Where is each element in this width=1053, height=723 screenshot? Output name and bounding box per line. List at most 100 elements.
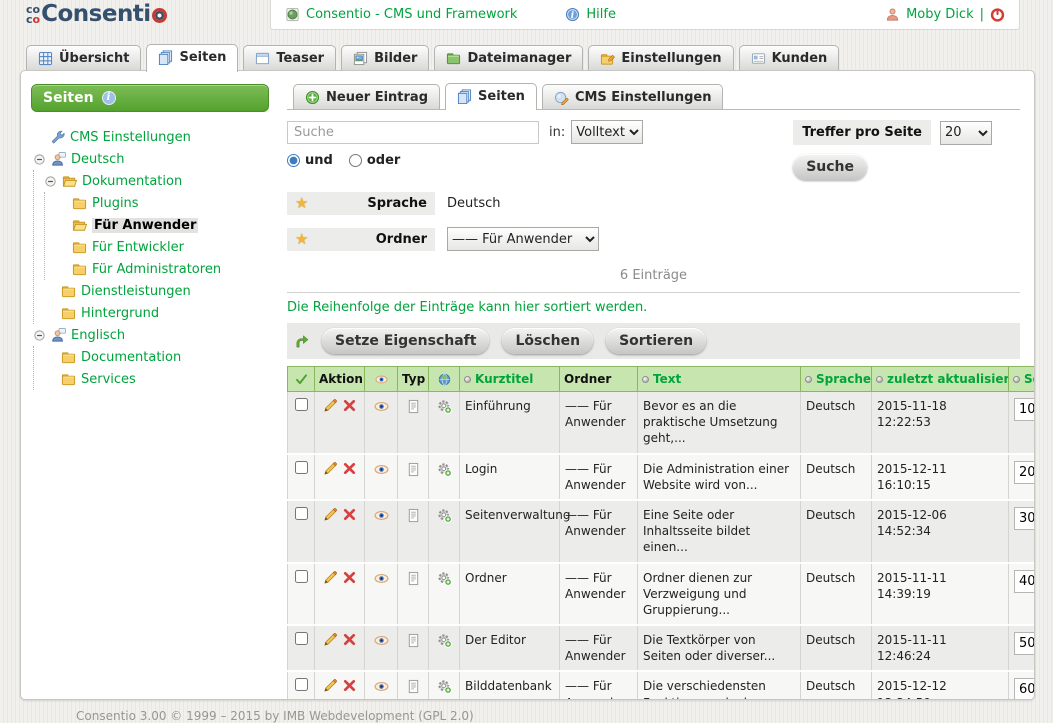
- row-kurztitel[interactable]: Der Editor: [460, 625, 560, 671]
- properties-gear-icon[interactable]: [437, 571, 452, 586]
- tab-einstellungen[interactable]: Einstellungen: [588, 45, 733, 70]
- properties-gear-icon[interactable]: [437, 462, 452, 477]
- header-sort[interactable]: Sort.: [1009, 367, 1035, 392]
- collapse-toggle-icon[interactable]: [33, 329, 46, 342]
- tab-dateimanager[interactable]: Dateimanager: [434, 45, 583, 70]
- tab-seiten[interactable]: Seiten: [146, 44, 238, 72]
- tree-item-fuer-entwickler[interactable]: Für Entwickler: [55, 236, 269, 258]
- sort-button[interactable]: Sortieren: [606, 328, 706, 354]
- tab-teaser[interactable]: Teaser: [243, 45, 336, 70]
- star-icon[interactable]: ★: [295, 233, 308, 246]
- collapse-toggle-icon[interactable]: [44, 175, 57, 188]
- tree-item-englisch[interactable]: Englisch: [33, 324, 269, 346]
- und-radio[interactable]: [287, 154, 300, 167]
- subtab-label: Seiten: [478, 89, 525, 104]
- tab-bilder[interactable]: Bilder: [341, 45, 429, 70]
- row-checkbox[interactable]: [295, 570, 308, 583]
- properties-gear-icon[interactable]: [437, 508, 452, 523]
- edit-pencil-icon[interactable]: [323, 507, 338, 522]
- subtab-cms-einstellungen[interactable]: CMS Einstellungen: [542, 84, 724, 109]
- delete-x-icon[interactable]: [342, 678, 357, 693]
- header-aktualisiert[interactable]: zuletzt aktualisiert: [872, 367, 1009, 392]
- tree-item-documentation[interactable]: Documentation: [44, 346, 269, 368]
- tree-item-deutsch[interactable]: Deutsch: [33, 148, 269, 170]
- visibility-eye-icon[interactable]: [374, 399, 389, 414]
- sidebar-info-icon[interactable]: i: [102, 91, 116, 105]
- properties-gear-icon[interactable]: [437, 399, 452, 414]
- search-input[interactable]: [287, 121, 539, 144]
- row-kurztitel[interactable]: Einführung: [460, 392, 560, 454]
- tree-item-hintergrund[interactable]: Hintergrund: [44, 302, 269, 324]
- collapse-toggle-icon[interactable]: [33, 153, 46, 166]
- visibility-eye-icon[interactable]: [374, 633, 389, 648]
- tree-item-fuer-anwender[interactable]: Für Anwender: [55, 214, 269, 236]
- properties-gear-icon[interactable]: [437, 679, 452, 694]
- header-text[interactable]: Text: [638, 367, 801, 392]
- sort-order-input[interactable]: [1014, 461, 1034, 484]
- sort-order-input[interactable]: [1014, 398, 1034, 421]
- sort-order-input[interactable]: [1014, 507, 1034, 530]
- set-property-button[interactable]: Setze Eigenschaft: [322, 328, 489, 354]
- delete-x-icon[interactable]: [342, 570, 357, 585]
- row-kurztitel[interactable]: Login: [460, 454, 560, 500]
- delete-x-icon[interactable]: [342, 461, 357, 476]
- delete-x-icon[interactable]: [342, 632, 357, 647]
- radio-oder[interactable]: oder: [349, 153, 400, 168]
- subtab-neuer-eintrag[interactable]: Neuer Eintrag: [293, 84, 440, 109]
- row-checkbox[interactable]: [295, 507, 308, 520]
- tree-item-fuer-administratoren[interactable]: Für Administratoren: [55, 258, 269, 280]
- select-all-check-icon[interactable]: [295, 373, 308, 386]
- tree-item-services[interactable]: Services: [44, 368, 269, 390]
- edit-pencil-icon[interactable]: [323, 570, 338, 585]
- tree-item-dienstleistungen[interactable]: Dienstleistungen: [44, 280, 269, 302]
- delete-button[interactable]: Löschen: [502, 328, 593, 354]
- row-kurztitel[interactable]: Ordner: [460, 563, 560, 626]
- radio-und[interactable]: und: [287, 153, 333, 168]
- tree-item-dokumentation[interactable]: Dokumentation: [44, 170, 269, 192]
- sort-order-input[interactable]: [1014, 632, 1034, 655]
- tab-uebersicht[interactable]: Übersicht: [26, 45, 141, 70]
- table-row: Ordner —— Für Anwender Ordner dienen zur…: [288, 563, 1035, 626]
- visibility-eye-icon[interactable]: [374, 571, 389, 586]
- row-checkbox[interactable]: [295, 632, 308, 645]
- search-button[interactable]: Suche: [793, 154, 867, 180]
- tab-kunden[interactable]: Kunden: [739, 45, 840, 70]
- row-kurztitel[interactable]: Seitenverwaltung: [460, 500, 560, 563]
- main-content: Neuer Eintrag Seiten CMS Einstellungen i…: [273, 71, 1034, 699]
- properties-gear-icon[interactable]: [437, 633, 452, 648]
- header-kurztitel[interactable]: Kurztitel: [460, 367, 560, 392]
- sort-order-input[interactable]: [1014, 570, 1034, 593]
- ordner-select[interactable]: —— Für Anwender: [447, 227, 599, 251]
- consentio-logo[interactable]: coco Consenti: [26, 4, 167, 25]
- tab-label: Bilder: [374, 51, 417, 66]
- row-checkbox[interactable]: [295, 678, 308, 691]
- row-checkbox[interactable]: [295, 398, 308, 411]
- row-checkbox[interactable]: [295, 461, 308, 474]
- row-kurztitel[interactable]: Bilddatenbank: [460, 671, 560, 699]
- row-sprache: Deutsch: [801, 625, 872, 671]
- star-icon[interactable]: ★: [295, 197, 308, 210]
- help-link[interactable]: Hilfe: [565, 7, 616, 22]
- redo-arrow-icon[interactable]: [294, 334, 309, 349]
- folder-edit-icon: [600, 51, 615, 66]
- visibility-eye-icon[interactable]: [374, 679, 389, 694]
- header-sprache[interactable]: Sprache: [801, 367, 872, 392]
- delete-x-icon[interactable]: [342, 507, 357, 522]
- delete-x-icon[interactable]: [342, 398, 357, 413]
- tree-item-cms-einstellungen[interactable]: CMS Einstellungen: [33, 126, 269, 148]
- edit-pencil-icon[interactable]: [323, 461, 338, 476]
- edit-pencil-icon[interactable]: [323, 398, 338, 413]
- visibility-eye-icon[interactable]: [374, 462, 389, 477]
- subtab-seiten[interactable]: Seiten: [445, 83, 537, 110]
- search-in-select[interactable]: Volltext: [571, 120, 643, 144]
- edit-pencil-icon[interactable]: [323, 632, 338, 647]
- visibility-eye-icon[interactable]: [374, 508, 389, 523]
- user-name[interactable]: Moby Dick: [906, 7, 974, 22]
- oder-radio[interactable]: [349, 154, 362, 167]
- tree-item-plugins[interactable]: Plugins: [55, 192, 269, 214]
- per-page-select[interactable]: 20: [940, 121, 992, 145]
- edit-pencil-icon[interactable]: [323, 678, 338, 693]
- logout-power-icon[interactable]: [990, 7, 1005, 22]
- sort-notice: Die Reihenfolge der Einträge kann hier s…: [287, 300, 1020, 315]
- sort-order-input[interactable]: [1014, 678, 1034, 699]
